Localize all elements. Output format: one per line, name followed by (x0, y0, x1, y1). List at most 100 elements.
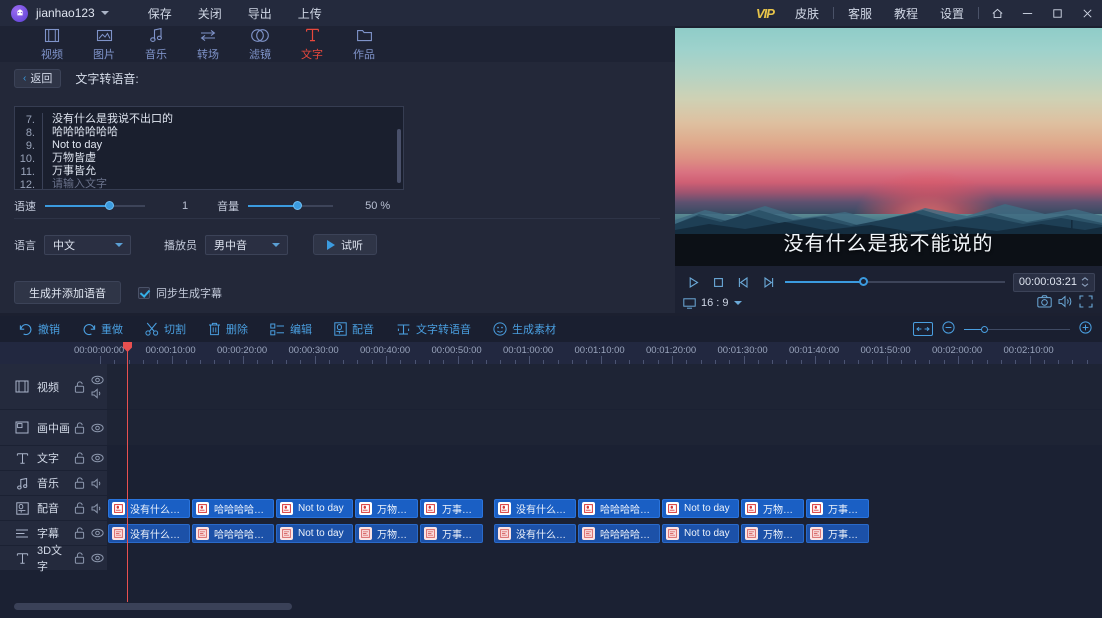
tab-image[interactable]: 图片 (78, 26, 130, 62)
split-button[interactable]: 切割 (134, 316, 197, 342)
preview-audio-button[interactable]: 试听 (313, 234, 377, 255)
timeline-clip[interactable]: 万物皆虚 (741, 499, 804, 518)
timeline-clip[interactable]: 哈哈哈哈哈哈... (578, 524, 660, 543)
list-item[interactable]: 9. Not to day (15, 139, 403, 152)
seek-knob[interactable] (859, 277, 869, 286)
timeline-clip[interactable]: Not to day (662, 524, 739, 543)
timeline-zoom-slider[interactable] (964, 325, 1070, 333)
horizontal-scrollbar-rail[interactable] (0, 603, 1102, 614)
timeline-clip[interactable]: 没有什么是我... (108, 524, 190, 543)
timeline-clip[interactable]: Not to day (662, 499, 739, 518)
speaker-select[interactable]: 男中音 (205, 234, 288, 255)
timeline-clip[interactable]: 没有什么是我... (108, 499, 190, 518)
vip-badge[interactable]: VIP (746, 6, 784, 21)
timeline-clip[interactable]: 哈哈哈哈哈哈... (192, 524, 274, 543)
generate-asset-button[interactable]: 生成素材 (482, 316, 567, 342)
track-lane-音乐[interactable] (107, 471, 1102, 496)
tab-filter[interactable]: 滤镜 (234, 26, 286, 62)
menu-item-export[interactable]: 导出 (235, 5, 285, 22)
aspect-ratio-select[interactable]: 16 : 9 (683, 297, 742, 309)
line-placeholder[interactable]: 请输入文字 (42, 178, 107, 189)
speed-slider[interactable] (45, 201, 145, 210)
timeline[interactable]: 00:00:00:00 00:00:10:00 00:00:20:00 00:00:3… (0, 342, 1102, 618)
track-lane-视频[interactable] (107, 364, 1102, 410)
tab-works[interactable]: 作品 (338, 26, 390, 62)
text-scrollbar[interactable] (397, 129, 401, 183)
chevron-down-icon[interactable] (100, 11, 109, 15)
track-lock-button[interactable] (71, 477, 87, 489)
menu-item-support[interactable]: 客服 (837, 5, 883, 22)
generate-voice-button[interactable]: 生成并添加语音 (14, 281, 121, 304)
volume-slider[interactable] (248, 201, 334, 210)
track-lock-button[interactable] (71, 380, 87, 393)
zoom-out-button[interactable] (942, 321, 955, 337)
list-item[interactable]: 12. 请输入文字 (15, 178, 403, 189)
track-header-3D文字[interactable]: 3D文字 (0, 545, 107, 573)
track-lock-button[interactable] (71, 552, 87, 564)
track-visibility-group[interactable] (87, 375, 107, 399)
playhead[interactable] (123, 342, 132, 602)
track-lane-画中画[interactable] (107, 410, 1102, 446)
track-lane-字幕[interactable]: 没有什么是我... 哈哈哈哈哈哈... Not to day 万物皆虚 万事皆允 没有什么… (107, 521, 1102, 546)
menu-item-save[interactable]: 保存 (135, 5, 185, 22)
video-preview[interactable]: 没有什么是我不能说的 (675, 28, 1102, 266)
play-button[interactable] (681, 271, 706, 293)
track-lock-button[interactable] (71, 527, 87, 539)
tts-button[interactable]: 文字转语音 (385, 316, 482, 342)
edit-button[interactable]: 编辑 (259, 316, 323, 342)
back-button[interactable]: ‹ 返回 (14, 68, 62, 88)
dubbing-button[interactable]: 配音 (323, 316, 385, 342)
list-item[interactable]: 8. 哈哈哈哈哈哈 (15, 126, 403, 139)
timeline-clip[interactable]: 哈哈哈哈哈哈... (192, 499, 274, 518)
track-lock-button[interactable] (71, 421, 87, 434)
list-item[interactable]: 7. 没有什么是我说不出口的 (15, 113, 403, 126)
list-item[interactable]: 10. 万物皆虚 (15, 152, 403, 165)
timeline-clip[interactable]: 万物皆虚 (355, 524, 418, 543)
menu-item-settings[interactable]: 设置 (929, 5, 975, 22)
horizontal-scrollbar-thumb[interactable] (14, 603, 292, 610)
line-text[interactable]: 万物皆虚 (42, 152, 96, 165)
delete-button[interactable]: 删除 (197, 316, 259, 342)
track-visibility-group[interactable] (87, 423, 107, 433)
timeline-clip[interactable]: 万事皆允 (806, 524, 869, 543)
track-visibility-group[interactable] (87, 477, 107, 489)
timeline-clip[interactable]: 万事皆允 (420, 524, 483, 543)
track-header-配音[interactable]: 配音 (0, 496, 107, 521)
speed-slider-knob[interactable] (105, 201, 114, 210)
track-visibility-group[interactable] (87, 502, 107, 514)
line-text[interactable]: Not to day (42, 139, 102, 152)
volume-icon[interactable] (1058, 295, 1073, 311)
sync-subtitle-checkbox[interactable]: 同步生成字幕 (138, 285, 222, 301)
home-icon[interactable] (982, 0, 1012, 26)
fit-to-window-button[interactable] (913, 322, 933, 336)
line-text[interactable]: 万事皆允 (42, 165, 96, 178)
track-header-音乐[interactable]: 音乐 (0, 471, 107, 496)
timeline-clip[interactable]: 没有什么是我... (494, 524, 576, 543)
stop-button[interactable] (706, 271, 731, 293)
tab-music[interactable]: 音乐 (130, 26, 182, 62)
line-text[interactable]: 哈哈哈哈哈哈 (42, 126, 118, 139)
close-icon[interactable] (1072, 0, 1102, 26)
undo-button[interactable]: 撤销 (8, 316, 71, 342)
timeline-clip[interactable]: Not to day (276, 524, 353, 543)
previous-frame-button[interactable] (731, 271, 756, 293)
avatar[interactable] (11, 4, 28, 22)
fullscreen-icon[interactable] (1079, 295, 1093, 311)
redo-button[interactable]: 重做 (71, 316, 134, 342)
track-lock-button[interactable] (71, 502, 87, 514)
maximize-icon[interactable] (1042, 0, 1072, 26)
timecode-field[interactable]: 00:00:03:21 (1012, 272, 1095, 292)
track-header-画中画[interactable]: 画中画 (0, 410, 107, 446)
list-item[interactable]: 11. 万事皆允 (15, 165, 403, 178)
track-visibility-group[interactable] (87, 453, 107, 463)
zoom-in-button[interactable] (1079, 321, 1092, 337)
language-select[interactable]: 中文 (44, 234, 131, 255)
timeline-clip[interactable]: Not to day (276, 499, 353, 518)
timeline-ruler[interactable]: 00:00:00:00 00:00:10:00 00:00:20:00 00:00:3… (0, 342, 1102, 364)
minimize-icon[interactable] (1012, 0, 1042, 26)
tab-transition[interactable]: 转场 (182, 26, 234, 62)
timeline-clip[interactable]: 万事皆允 (420, 499, 483, 518)
seek-slider[interactable] (785, 277, 1005, 286)
track-header-文字[interactable]: 文字 (0, 446, 107, 471)
track-lock-button[interactable] (71, 452, 87, 464)
